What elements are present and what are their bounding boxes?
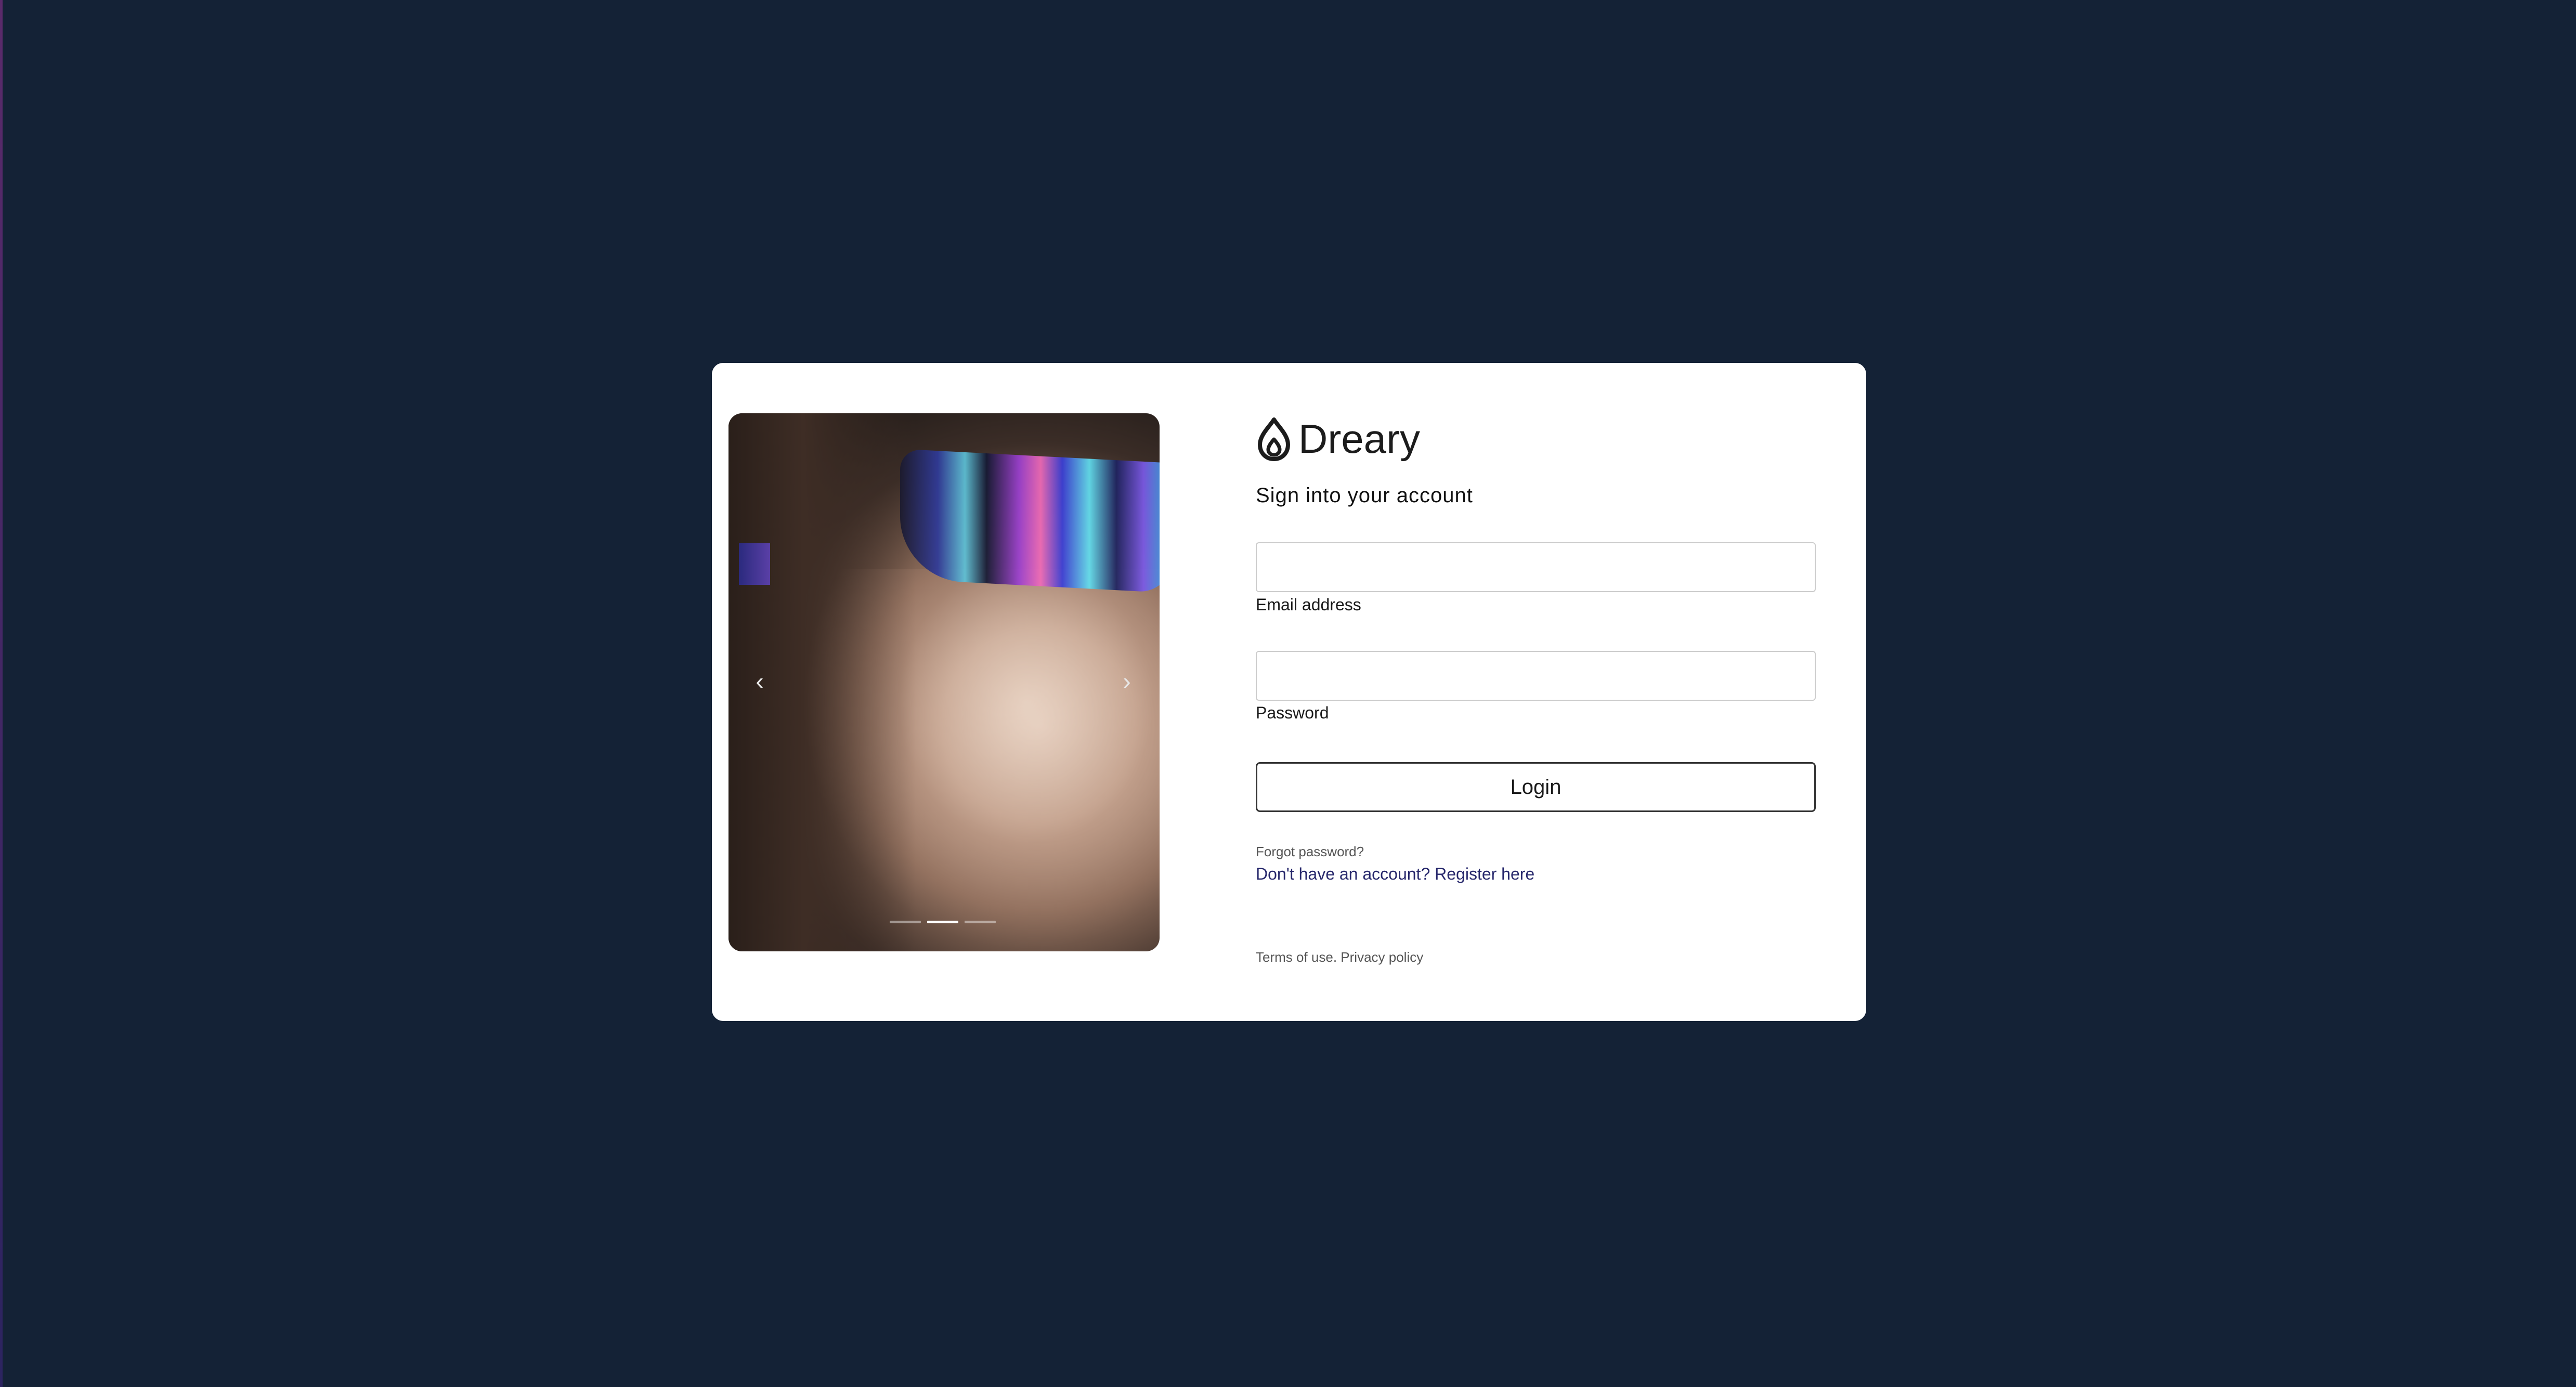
chevron-left-icon[interactable]: ‹	[741, 663, 778, 699]
carousel-slide-face	[801, 569, 1160, 951]
password-field[interactable]	[1256, 651, 1816, 701]
email-field[interactable]	[1256, 542, 1816, 592]
chevron-right-icon[interactable]: ›	[1109, 663, 1145, 699]
email-field-label: Email address	[1256, 595, 1361, 614]
image-carousel: ‹ ›	[728, 413, 1160, 951]
brand-name: Dreary	[1298, 416, 1421, 462]
register-link[interactable]: Don't have an account? Register here	[1256, 865, 1534, 884]
login-button[interactable]: Login	[1256, 762, 1816, 812]
forgot-password-link[interactable]: Forgot password?	[1256, 844, 1364, 860]
login-card: ‹ › Dreary Sign into your account Email …	[712, 363, 1866, 1021]
carousel-slide-visor	[900, 449, 1160, 593]
carousel-indicator-3[interactable]	[965, 921, 996, 923]
form-heading: Sign into your account	[1256, 484, 1473, 507]
window-edge-accent	[0, 0, 3, 1387]
carousel-indicator-1[interactable]	[890, 921, 921, 923]
carousel-indicator-2[interactable]	[927, 921, 958, 923]
footer-links: Terms of use. Privacy policy	[1256, 949, 1423, 965]
carousel-slide-visor-reflection	[739, 543, 770, 585]
terms-link[interactable]: Terms of use.	[1256, 949, 1337, 965]
carousel-indicators	[890, 921, 996, 923]
password-field-label: Password	[1256, 703, 1329, 722]
drop-flame-icon	[1258, 417, 1290, 461]
privacy-link[interactable]: Privacy policy	[1341, 949, 1423, 965]
brand: Dreary	[1256, 416, 1420, 461]
